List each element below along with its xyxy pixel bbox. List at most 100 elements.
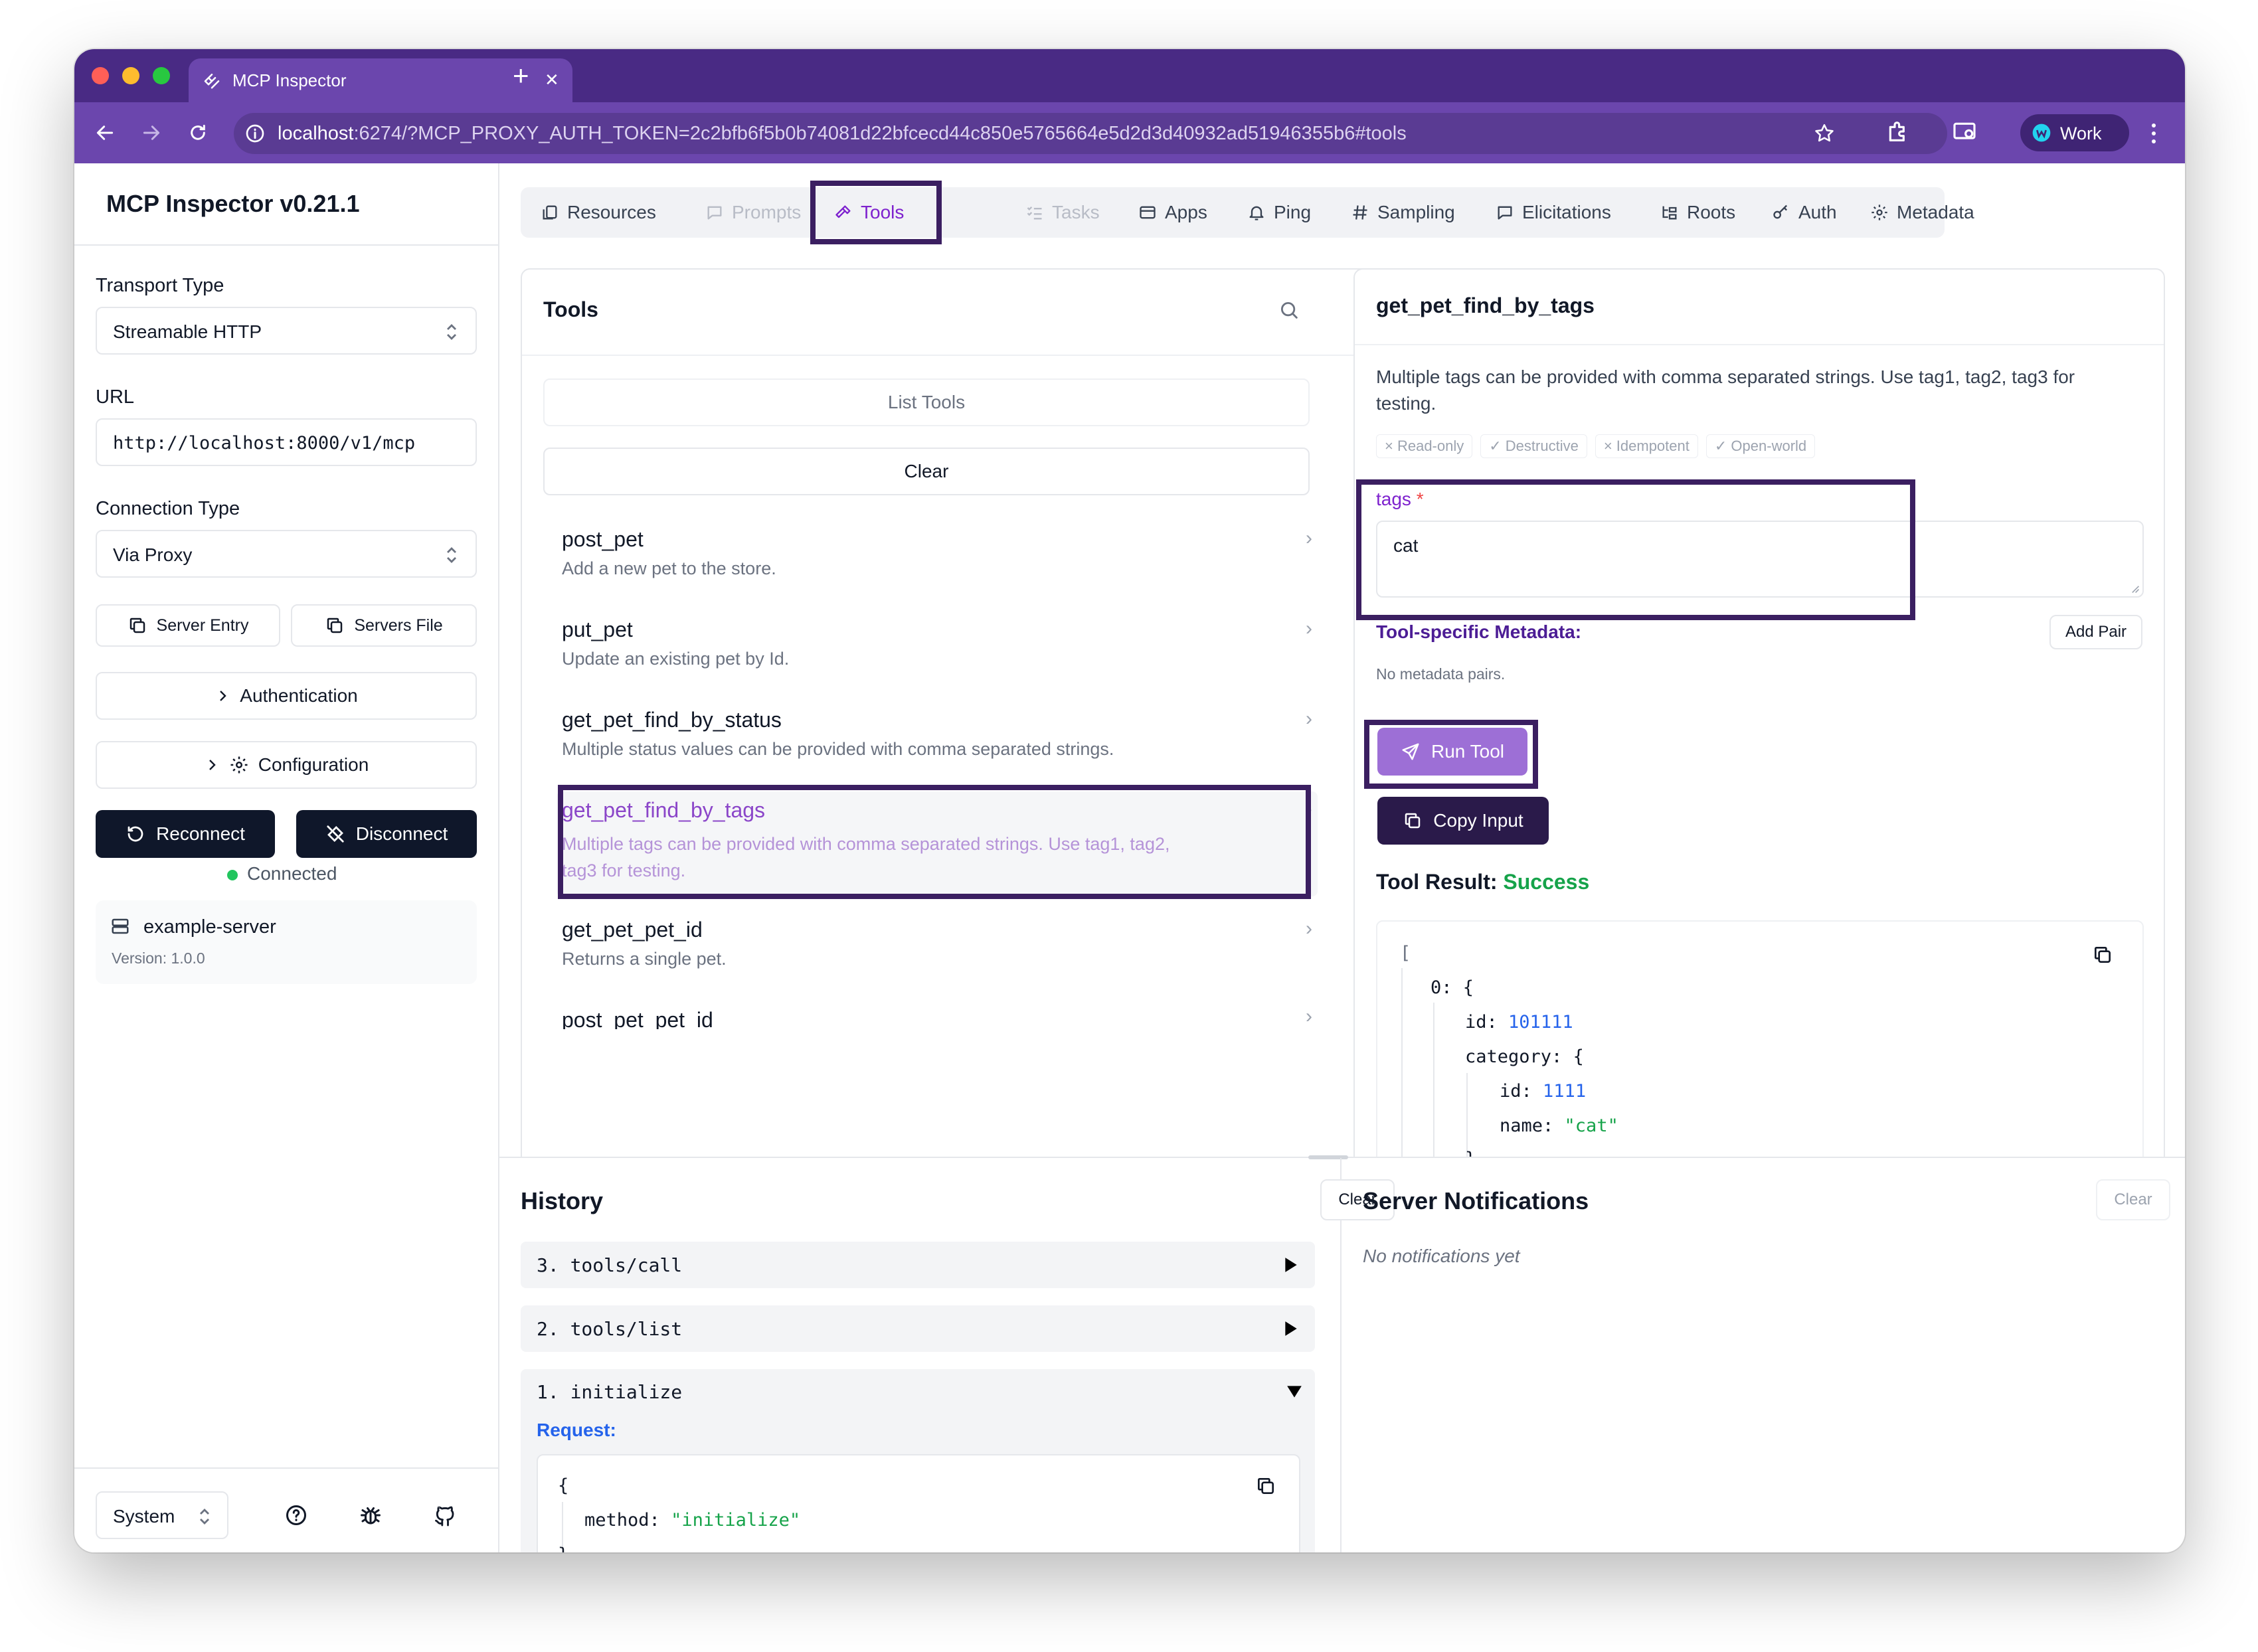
tab-sampling[interactable]: Sampling [1351, 187, 1455, 238]
list-item[interactable]: post_pet_pet_id › [562, 1008, 1312, 1029]
url-label: URL [96, 386, 135, 408]
history-item[interactable]: 2. tools/list [521, 1305, 1315, 1352]
profile-avatar-icon [2032, 124, 2051, 142]
app-window-icon [1140, 206, 1156, 219]
chevron-right-icon: › [1306, 708, 1312, 730]
json-line: category: { [1465, 1046, 1584, 1067]
github-icon[interactable] [433, 1503, 457, 1527]
disconnect-button[interactable]: Disconnect [296, 810, 477, 858]
tab-ping[interactable]: Ping [1247, 187, 1311, 238]
tags-field-highlight [1356, 479, 1915, 620]
hash-icon [1353, 205, 1367, 220]
minimize-window-icon[interactable] [122, 67, 139, 84]
folder-tree-icon [1662, 206, 1677, 220]
copy-icon [327, 618, 343, 633]
history-title: History [521, 1187, 604, 1214]
servers-file-button[interactable]: Servers File [291, 604, 477, 647]
expand-triangle-icon [1285, 1258, 1297, 1272]
resize-handle-icon[interactable] [2129, 583, 2140, 594]
tab-tasks[interactable]: Tasks [1025, 187, 1100, 238]
main-tabs: Resources Prompts Tools Tasks Apps Ping … [521, 187, 1974, 238]
profile-name: Work [2060, 124, 2102, 143]
list-item[interactable]: post_pet Add a new pet to the store. › [562, 527, 1312, 594]
copy-icon[interactable] [2092, 944, 2113, 965]
tab-roots[interactable]: Roots [1660, 187, 1735, 238]
address-bar[interactable]: localhost:6274/?MCP_PROXY_AUTH_TOKEN=2c2… [234, 113, 1947, 154]
tab-resources[interactable]: Resources [541, 187, 656, 238]
tools-panel: Tools List Tools Clear post_pet Add a ne… [521, 268, 1421, 1224]
help-icon[interactable] [284, 1503, 308, 1527]
connection-type-select[interactable]: Via Proxy [96, 530, 477, 578]
new-tab-icon[interactable]: + [513, 52, 529, 100]
list-checks-icon [1027, 206, 1042, 220]
tool-detail-description-2: testing. [1376, 393, 1436, 414]
configuration-toggle[interactable]: Configuration [96, 741, 477, 789]
browser-menu-icon[interactable] [2152, 124, 2156, 143]
bookmark-star-icon[interactable] [1813, 122, 1836, 145]
bug-icon[interactable] [359, 1503, 383, 1527]
list-item[interactable]: put_pet Update an existing pet by Id. › [562, 618, 1312, 684]
tab-elicitations[interactable]: Elicitations [1496, 187, 1611, 238]
reload-icon[interactable] [187, 122, 209, 143]
transport-type-select[interactable]: Streamable HTTP [96, 307, 477, 355]
list-tools-button[interactable]: List Tools [543, 378, 1310, 426]
annotation-idempotent: × Idempotent [1595, 434, 1698, 458]
tab-apps[interactable]: Apps [1138, 187, 1207, 238]
mcp-favicon-icon [204, 74, 220, 89]
select-updown-icon [200, 1509, 209, 1525]
url-text[interactable]: localhost:6274/?MCP_PROXY_AUTH_TOKEN=2c2… [278, 123, 1407, 145]
server-version: Version: 1.0.0 [112, 950, 205, 967]
chevron-right-icon: › [1306, 618, 1312, 639]
gear-icon [1871, 205, 1887, 220]
sidebar: MCP Inspector v0.21.1 Transport Type Str… [74, 163, 499, 1552]
tool-metadata-label: Tool-specific Metadata: [1376, 621, 1582, 642]
chevron-right-icon: › [1306, 1008, 1312, 1027]
copy-icon [1405, 813, 1421, 829]
profile-chip[interactable]: Work [2020, 114, 2129, 151]
resize-grip[interactable] [1308, 1155, 1348, 1159]
gear-icon [230, 756, 248, 774]
forward-icon[interactable] [141, 122, 162, 143]
message-square-icon [707, 206, 722, 220]
annotation-open-world: ✓ Open-world [1705, 434, 1816, 458]
extensions-icon[interactable] [1885, 118, 1911, 145]
tab-title: MCP Inspector [232, 70, 347, 90]
tool-annotations: × Read-only ✓ Destructive × Idempotent ✓… [1376, 434, 1816, 458]
tool-detail-title: get_pet_find_by_tags [1376, 293, 1595, 317]
close-window-icon[interactable] [92, 67, 109, 84]
tab-auth[interactable]: Auth [1772, 187, 1837, 238]
theme-select[interactable]: System [96, 1491, 228, 1539]
reconnect-button[interactable]: Reconnect [96, 810, 275, 858]
search-icon[interactable] [1278, 299, 1300, 321]
close-tab-icon[interactable]: ✕ [545, 70, 559, 90]
key-icon [1773, 205, 1787, 219]
tab-metadata[interactable]: Metadata [1870, 187, 1974, 238]
no-metadata-text: No metadata pairs. [1376, 665, 1506, 683]
expand-triangle-icon [1285, 1321, 1297, 1336]
history-item[interactable]: 3. tools/call [521, 1242, 1315, 1288]
server-entry-button[interactable]: Server Entry [96, 604, 280, 647]
maximize-window-icon[interactable] [153, 67, 170, 84]
url-input[interactable]: http://localhost:8000/v1/mcp [96, 418, 477, 466]
tool-detail-divider [1355, 344, 2164, 345]
copy-input-button[interactable]: Copy Input [1377, 797, 1549, 845]
copy-icon[interactable] [1255, 1475, 1276, 1497]
cast-icon[interactable] [1951, 118, 1978, 145]
history-item-expanded[interactable]: 1. initialize Request: { method: "initia… [521, 1369, 1315, 1552]
json-line: 0: { [1431, 977, 1474, 998]
sidebar-footer-divider [74, 1467, 498, 1469]
clear-tools-button[interactable]: Clear [543, 448, 1310, 495]
browser-window: MCP Inspector ✕ + localhost:6274/?MCP_PR… [74, 49, 2185, 1552]
add-pair-button[interactable]: Add Pair [2049, 615, 2142, 649]
notifications-title: Server Notifications [1363, 1187, 1589, 1214]
tab-prompts[interactable]: Prompts [705, 187, 801, 238]
list-item[interactable]: get_pet_find_by_status Multiple status v… [562, 708, 1312, 774]
tools-panel-title: Tools [543, 297, 598, 321]
back-icon[interactable] [94, 122, 116, 143]
list-item[interactable]: get_pet_pet_id Returns a single pet. › [562, 918, 1312, 984]
clear-notifications-button[interactable]: Clear [2096, 1179, 2170, 1220]
authentication-toggle[interactable]: Authentication [96, 672, 477, 720]
select-updown-icon [447, 547, 456, 563]
site-info-icon[interactable] [244, 123, 266, 144]
run-tool-highlight [1364, 720, 1538, 789]
